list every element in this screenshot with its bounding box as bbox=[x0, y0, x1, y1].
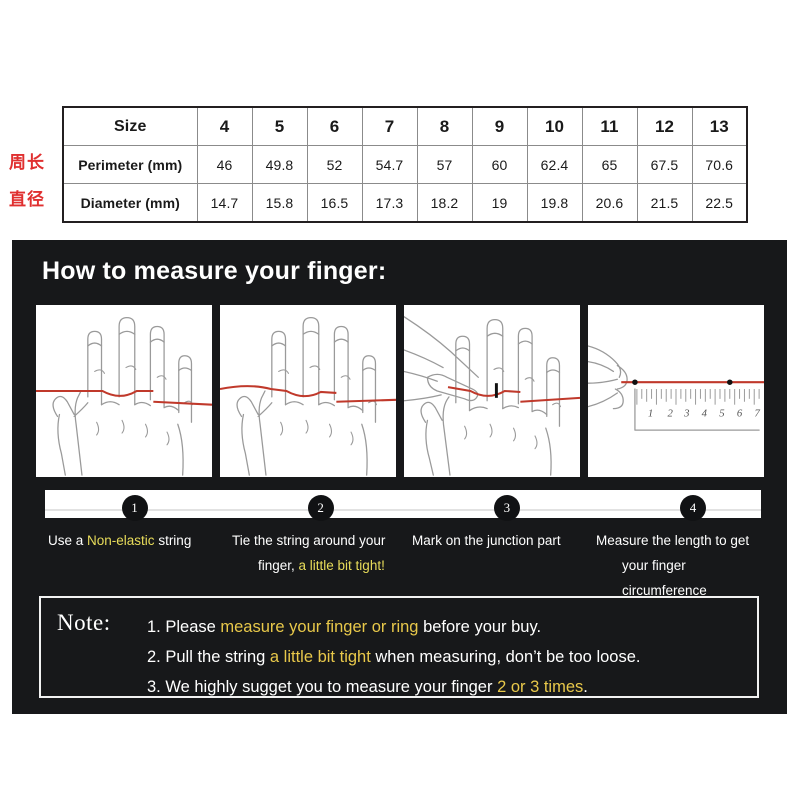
step-2-line2-highlight: a little bit tight! bbox=[298, 558, 385, 573]
diameter-cell: 16.5 bbox=[306, 183, 363, 223]
illustration-string-on-ruler: 1 2 3 4 5 6 7 bbox=[588, 305, 764, 477]
illustration-row: 1 2 3 4 5 6 7 bbox=[36, 305, 764, 477]
diameter-cell: 19.8 bbox=[526, 183, 583, 223]
perimeter-cell: 46 bbox=[196, 145, 253, 184]
string-start-dot bbox=[632, 379, 638, 385]
red-string bbox=[36, 389, 154, 397]
step-3-text-pre: Mark on the junction part bbox=[412, 533, 561, 548]
step-caption-row: Use a Non-elastic string Tie the string … bbox=[36, 528, 776, 603]
perimeter-cell: 54.7 bbox=[361, 145, 418, 184]
perimeter-cell: 70.6 bbox=[691, 145, 748, 184]
size-cell: 12 bbox=[636, 106, 693, 146]
svg-text:2: 2 bbox=[667, 407, 673, 419]
diameter-cell: 20.6 bbox=[581, 183, 638, 223]
page-title: How to measure your finger: bbox=[42, 257, 387, 285]
size-cell: 8 bbox=[416, 106, 473, 146]
note-2-post: when measuring, don’t be too loose. bbox=[370, 648, 641, 666]
perimeter-cell: 62.4 bbox=[526, 145, 583, 184]
size-cell: 6 bbox=[306, 106, 363, 146]
size-cell: 5 bbox=[251, 106, 308, 146]
step-marker-3: 3 bbox=[493, 495, 520, 521]
note-line-2: 2. Pull the string a little bit tight wh… bbox=[147, 642, 747, 672]
perimeter-cell: 57 bbox=[416, 145, 473, 184]
note-3-pre: 3. We highly sugget you to measure your … bbox=[147, 678, 498, 696]
diameter-cell: 17.3 bbox=[361, 183, 418, 223]
ruler-numbers: 1 2 3 4 5 6 7 bbox=[648, 407, 761, 419]
step-caption-1: Use a Non-elastic string bbox=[36, 528, 228, 603]
string-end-dot bbox=[727, 379, 733, 385]
diameter-cell: 15.8 bbox=[251, 183, 308, 223]
size-cell: 11 bbox=[581, 106, 638, 146]
note-2-pre: 2. Pull the string bbox=[147, 648, 270, 666]
note-1-pre: 1. Please bbox=[147, 618, 221, 636]
chinese-label-diameter: 直径 bbox=[9, 190, 45, 210]
svg-text:7: 7 bbox=[754, 407, 760, 419]
diameter-cell: 14.7 bbox=[196, 183, 253, 223]
table-row-diameter: Diameter (mm) 14.7 15.8 16.5 17.3 18.2 1… bbox=[62, 183, 748, 223]
diameter-cell: 18.2 bbox=[416, 183, 473, 223]
step-2-text-pre: Tie the string around your bbox=[232, 533, 386, 548]
ring-size-table: Size 4 5 6 7 8 9 10 11 12 13 Perimeter (… bbox=[62, 106, 748, 223]
step-1-text-highlight: Non-elastic bbox=[87, 533, 155, 548]
note-label: Note: bbox=[57, 610, 111, 635]
svg-text:4: 4 bbox=[702, 407, 708, 419]
step-rail bbox=[45, 509, 761, 511]
svg-text:6: 6 bbox=[737, 407, 743, 419]
step-marker-4: 4 bbox=[679, 495, 706, 521]
step-2-line2-pre: finger, bbox=[258, 558, 299, 573]
size-cell: 7 bbox=[361, 106, 418, 146]
note-3-post: . bbox=[583, 678, 588, 696]
step-4-text-pre: Measure the length to get bbox=[596, 533, 750, 548]
step-caption-4: Measure the length to get your finger ci… bbox=[592, 528, 776, 603]
table-row-perimeter: Perimeter (mm) 46 49.8 52 54.7 57 60 62.… bbox=[62, 145, 748, 184]
perimeter-cell: 65 bbox=[581, 145, 638, 184]
ruler-ticks bbox=[636, 389, 760, 405]
row-header-diameter: Diameter (mm) bbox=[62, 183, 198, 223]
diameter-cell: 22.5 bbox=[691, 183, 748, 223]
perimeter-cell: 49.8 bbox=[251, 145, 308, 184]
size-cell: 4 bbox=[196, 106, 253, 146]
diameter-cell: 21.5 bbox=[636, 183, 693, 223]
illustration-hand-with-string bbox=[36, 305, 212, 477]
note-line-1: 1. Please measure your finger or ring be… bbox=[147, 612, 747, 642]
size-cell: 13 bbox=[691, 106, 748, 146]
step-2-line2: finger, a little bit tight! bbox=[232, 553, 406, 578]
illustration-hand-string-tied bbox=[220, 305, 396, 477]
diameter-cell: 19 bbox=[471, 183, 528, 223]
illustration-hand-marking-junction bbox=[404, 305, 580, 477]
red-string bbox=[447, 386, 521, 397]
step-marker-2: 2 bbox=[307, 495, 334, 521]
svg-text:3: 3 bbox=[683, 407, 689, 419]
note-line-3: 3. We highly sugget you to measure your … bbox=[147, 672, 747, 702]
step-caption-3: Mark on the junction part bbox=[412, 528, 592, 603]
note-2-highlight: a little bit tight bbox=[269, 648, 371, 666]
perimeter-cell: 60 bbox=[471, 145, 528, 184]
perimeter-cell: 52 bbox=[306, 145, 363, 184]
note-3-highlight: 2 or 3 times bbox=[497, 678, 584, 696]
step-1-text-pre: Use a bbox=[48, 533, 88, 548]
size-cell: 10 bbox=[526, 106, 583, 146]
row-header-size: Size bbox=[62, 106, 198, 146]
junction-mark bbox=[494, 383, 498, 398]
chinese-label-perimeter: 周长 bbox=[9, 153, 45, 173]
step-marker-1: 1 bbox=[121, 495, 148, 521]
size-cell: 9 bbox=[471, 106, 528, 146]
perimeter-cell: 67.5 bbox=[636, 145, 693, 184]
svg-text:5: 5 bbox=[719, 407, 725, 419]
svg-text:1: 1 bbox=[648, 407, 653, 419]
instruction-panel: How to measure your finger: 1 2 3 4 5 6 … bbox=[12, 240, 787, 714]
note-1-post: before your buy. bbox=[418, 618, 542, 636]
step-caption-2: Tie the string around your finger, a lit… bbox=[228, 528, 412, 603]
note-1-highlight: measure your finger or ring bbox=[220, 618, 419, 636]
step-progress-bar: 1 2 3 4 bbox=[45, 490, 761, 521]
note-box: Note: 1. Please measure your finger or r… bbox=[39, 596, 759, 698]
table-row-size: Size 4 5 6 7 8 9 10 11 12 13 bbox=[62, 106, 748, 146]
row-header-perimeter: Perimeter (mm) bbox=[62, 145, 198, 184]
note-list: 1. Please measure your finger or ring be… bbox=[147, 612, 747, 702]
step-1-text-post: string bbox=[154, 533, 192, 548]
